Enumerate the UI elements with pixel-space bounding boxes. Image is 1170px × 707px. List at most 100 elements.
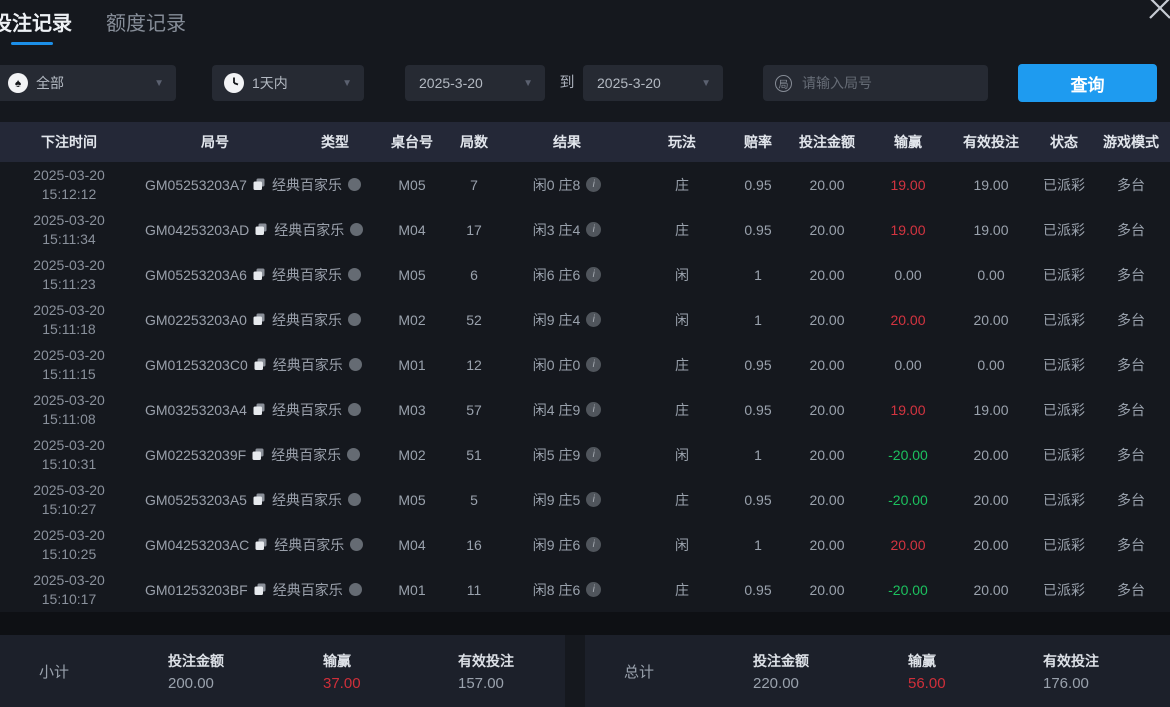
status-cell: 已派彩 xyxy=(1036,445,1092,465)
result-score: 闲4 庄9 xyxy=(533,400,580,420)
copy-icon[interactable] xyxy=(253,313,266,326)
table-row[interactable]: 2025-03-2015:11:34 GM04253203AD 经典百家乐 M0… xyxy=(0,207,1170,252)
table-row[interactable]: 2025-03-2015:11:23 GM05253203A6 经典百家乐 M0… xyxy=(0,252,1170,297)
rounds-cell: 52 xyxy=(446,312,502,328)
footer-divider xyxy=(0,612,1170,635)
game-cell: GM01253203BF 经典百家乐 xyxy=(138,580,378,600)
table-no-cell: M05 xyxy=(378,492,446,508)
play-cell: 闲 xyxy=(632,265,732,285)
status-cell: 已派彩 xyxy=(1036,175,1092,195)
rounds-cell: 51 xyxy=(446,447,502,463)
tab-bet-records[interactable]: 投注记录 xyxy=(0,7,74,45)
status-cell: 已派彩 xyxy=(1036,220,1092,240)
bet-time-cell: 2025-03-2015:11:23 xyxy=(0,256,138,294)
video-dot-icon xyxy=(348,268,361,281)
game-mode-cell: 多台 xyxy=(1092,580,1170,600)
table-no-cell: M01 xyxy=(378,357,446,373)
game-id: GM03253203A4 xyxy=(145,402,247,418)
amount-cell: 20.00 xyxy=(784,537,870,553)
date-to-label: 到 xyxy=(550,65,584,101)
table-row[interactable]: 2025-03-2015:11:15 GM01253203C0 经典百家乐 M0… xyxy=(0,342,1170,387)
game-cell: GM05253203A6 经典百家乐 xyxy=(138,265,378,285)
result-cell: 闲0 庄0 i xyxy=(502,355,632,375)
active-tab-underline xyxy=(11,42,53,45)
result-score: 闲8 庄6 xyxy=(533,580,580,600)
result-score: 闲5 庄9 xyxy=(533,445,580,465)
subtotal-label: 小计 xyxy=(0,661,108,682)
game-id: GM05253203A5 xyxy=(145,492,247,508)
game-mode-cell: 多台 xyxy=(1092,265,1170,285)
table-row[interactable]: 2025-03-2015:12:12 GM05253203A7 经典百家乐 M0… xyxy=(0,162,1170,207)
copy-icon[interactable] xyxy=(254,583,267,596)
result-score: 闲0 庄8 xyxy=(533,175,580,195)
info-icon[interactable]: i xyxy=(586,177,601,192)
game-type-dropdown[interactable]: ♠ 全部 ▼ xyxy=(0,65,176,101)
info-icon[interactable]: i xyxy=(586,492,601,507)
result-score: 闲9 庄5 xyxy=(533,490,580,510)
search-button[interactable]: 查询 xyxy=(1018,64,1157,102)
status-cell: 已派彩 xyxy=(1036,355,1092,375)
date-from-value: 2025-3-20 xyxy=(419,75,483,91)
game-id: GM05253203A7 xyxy=(145,177,247,193)
info-icon[interactable]: i xyxy=(586,582,601,597)
odds-cell: 0.95 xyxy=(732,492,784,508)
copy-icon[interactable] xyxy=(253,403,266,416)
rounds-cell: 6 xyxy=(446,267,502,283)
time-range-dropdown[interactable]: 1天内 ▼ xyxy=(212,65,364,101)
info-icon[interactable]: i xyxy=(586,267,601,282)
table-no-cell: M04 xyxy=(378,537,446,553)
copy-icon[interactable] xyxy=(254,358,267,371)
bet-records-window: 投注记录 额度记录 ♠ 全部 ▼ 1天内 ▼ 2025-3-20 ▼ 到 202… xyxy=(0,0,1170,707)
rounds-cell: 5 xyxy=(446,492,502,508)
copy-icon[interactable] xyxy=(253,178,266,191)
game-number-input[interactable] xyxy=(800,74,960,92)
game-type: 经典百家乐 xyxy=(271,445,341,465)
result-cell: 闲6 庄6 i xyxy=(502,265,632,285)
rounds-cell: 11 xyxy=(446,582,502,598)
table-row[interactable]: 2025-03-2015:11:08 GM03253203A4 经典百家乐 M0… xyxy=(0,387,1170,432)
game-cell: GM04253203AD 经典百家乐 xyxy=(138,220,378,240)
col-result: 结果 xyxy=(502,132,632,152)
table-row[interactable]: 2025-03-2015:10:25 GM04253203AC 经典百家乐 M0… xyxy=(0,522,1170,567)
col-play: 玩法 xyxy=(632,132,732,152)
info-icon[interactable]: i xyxy=(586,537,601,552)
result-score: 闲9 庄4 xyxy=(533,310,580,330)
copy-icon[interactable] xyxy=(255,538,268,551)
result-cell: 闲4 庄9 i xyxy=(502,400,632,420)
win-loss-cell: 0.00 xyxy=(870,267,946,283)
spade-icon: ♠ xyxy=(8,73,28,93)
tab-quota-records[interactable]: 额度记录 xyxy=(104,7,188,45)
table-row[interactable]: 2025-03-2015:10:27 GM05253203A5 经典百家乐 M0… xyxy=(0,477,1170,522)
info-icon[interactable]: i xyxy=(586,402,601,417)
copy-icon[interactable] xyxy=(255,223,268,236)
chevron-down-icon: ▼ xyxy=(342,78,352,89)
valid-bets-cell: 19.00 xyxy=(946,177,1036,193)
game-cell: GM05253203A7 经典百家乐 xyxy=(138,175,378,195)
valid-bets-cell: 20.00 xyxy=(946,582,1036,598)
total-panel: 总计 投注金额 220.00 输赢 56.00 有效投注 176.00 xyxy=(585,635,1170,707)
table-row[interactable]: 2025-03-2015:11:18 GM02253203A0 经典百家乐 M0… xyxy=(0,297,1170,342)
result-cell: 闲3 庄4 i xyxy=(502,220,632,240)
game-type: 经典百家乐 xyxy=(273,355,343,375)
status-cell: 已派彩 xyxy=(1036,580,1092,600)
date-from-dropdown[interactable]: 2025-3-20 ▼ xyxy=(405,65,545,101)
info-icon[interactable]: i xyxy=(586,312,601,327)
game-type: 经典百家乐 xyxy=(274,220,344,240)
table-no-cell: M01 xyxy=(378,582,446,598)
info-icon[interactable]: i xyxy=(586,447,601,462)
valid-bets-cell: 19.00 xyxy=(946,222,1036,238)
result-cell: 闲5 庄9 i xyxy=(502,445,632,465)
table-row[interactable]: 2025-03-2015:10:17 GM01253203BF 经典百家乐 M0… xyxy=(0,567,1170,612)
copy-icon[interactable] xyxy=(253,268,266,281)
close-icon[interactable] xyxy=(1143,0,1170,25)
total-amount: 投注金额 220.00 xyxy=(753,651,908,692)
copy-icon[interactable] xyxy=(253,493,266,506)
result-cell: 闲9 庄5 i xyxy=(502,490,632,510)
total-valid-bets: 有效投注 176.00 xyxy=(1043,651,1099,692)
valid-bets-cell: 19.00 xyxy=(946,402,1036,418)
info-icon[interactable]: i xyxy=(586,222,601,237)
copy-icon[interactable] xyxy=(252,448,265,461)
table-row[interactable]: 2025-03-2015:10:31 GM022532039F 经典百家乐 M0… xyxy=(0,432,1170,477)
date-to-dropdown[interactable]: 2025-3-20 ▼ xyxy=(583,65,723,101)
info-icon[interactable]: i xyxy=(586,357,601,372)
